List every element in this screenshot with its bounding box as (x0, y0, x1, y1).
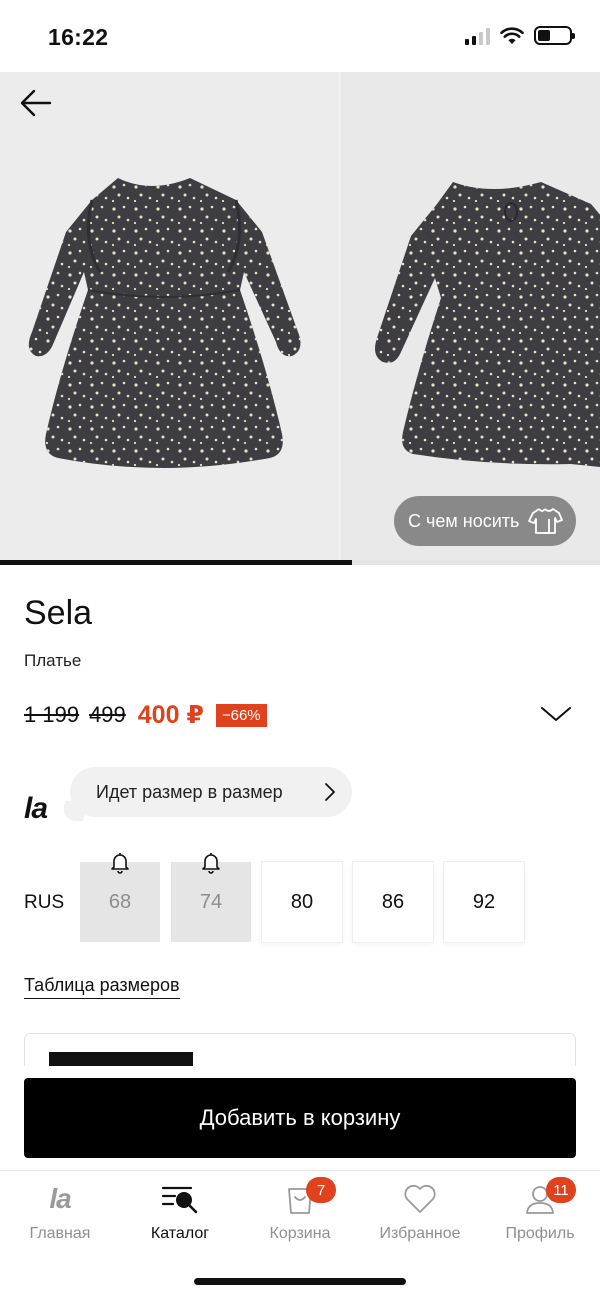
nav-catalog[interactable]: Каталог (120, 1171, 240, 1261)
gallery-progress (0, 560, 600, 565)
outfit-button-label: С чем носить (408, 510, 520, 531)
nav-label: Главная (29, 1225, 91, 1242)
back-button[interactable] (18, 86, 58, 120)
status-time: 16:22 (48, 24, 109, 50)
old-price-2: 499 (89, 702, 126, 727)
cellular-signal-icon (465, 27, 490, 45)
size-option[interactable]: 92 (444, 862, 524, 942)
cart-count-badge: 7 (306, 1177, 336, 1203)
nav-cart[interactable]: 7 Корзина (240, 1171, 360, 1261)
bell-icon (202, 853, 220, 874)
size-option[interactable]: 80 (262, 862, 342, 942)
size-label: 80 (290, 890, 314, 913)
size-option[interactable]: 86 (353, 862, 433, 942)
chevron-right-icon (325, 783, 335, 801)
profile-notification-badge: 11 (546, 1177, 576, 1203)
size-chart-link[interactable]: Таблица размеров (24, 975, 180, 999)
size-label: 86 (381, 890, 405, 913)
size-fit-text: Идет размер в размер (96, 781, 283, 802)
price-row: 1 199 499 400 ₽ −66% (24, 700, 267, 730)
product-type: Платье (24, 651, 82, 670)
size-option[interactable]: 74 (171, 853, 251, 942)
old-price: 1 199 (24, 702, 80, 727)
nav-profile[interactable]: 11 Профиль (480, 1171, 600, 1261)
dress-back-image (375, 182, 600, 468)
size-system-label: RUS (24, 892, 65, 913)
outfit-suggestions-button[interactable]: С чем носить (394, 496, 576, 546)
nav-favorites[interactable]: Избранное (360, 1171, 480, 1261)
status-bar: 16:22 (0, 0, 600, 72)
discount-badge: −66% (215, 703, 267, 727)
arrow-left-icon (20, 89, 52, 117)
size-label: 92 (472, 890, 496, 913)
bottom-navigation: la Главная Каталог 7 Корзина Избранное 1… (0, 1170, 600, 1297)
nav-label: Профиль (505, 1225, 575, 1242)
la-logo: la (24, 792, 48, 825)
nav-label: Каталог (150, 1225, 210, 1242)
size-label: 74 (199, 890, 223, 913)
nav-label: Корзина (269, 1225, 331, 1242)
profile-icon: 11 (520, 1177, 576, 1217)
nav-home[interactable]: la Главная (0, 1171, 120, 1261)
add-to-cart-button[interactable]: Добавить в корзину (24, 1078, 576, 1158)
size-selector: RUS 68 74 80 86 92 (24, 853, 584, 942)
bag-icon: 7 (280, 1177, 336, 1217)
chevron-down-icon (541, 707, 571, 721)
la-logo-icon: la (49, 1183, 71, 1214)
product-gallery[interactable]: С чем носить (0, 72, 600, 565)
dress-image (28, 178, 301, 468)
catalog-search-icon (160, 1181, 200, 1217)
status-icons (465, 26, 575, 45)
price-details-toggle[interactable] (540, 704, 572, 724)
heart-icon (400, 1181, 440, 1217)
gallery-progress-fill (0, 560, 352, 565)
clothes-icon (528, 508, 564, 534)
dress-front-photo[interactable] (0, 72, 338, 565)
product-brand[interactable]: Sela (24, 594, 92, 633)
battery-icon (534, 26, 575, 45)
size-fit-hint[interactable]: Идет размер в размер (70, 767, 352, 817)
current-price: 400 ₽ (137, 701, 204, 729)
bell-icon (111, 853, 129, 874)
nav-label: Избранное (379, 1225, 461, 1242)
size-label: 68 (108, 890, 132, 913)
home-indicator[interactable] (194, 1278, 406, 1285)
size-option[interactable]: 68 (80, 853, 160, 942)
wifi-icon (500, 26, 524, 44)
dress-back-photo[interactable] (341, 72, 600, 565)
